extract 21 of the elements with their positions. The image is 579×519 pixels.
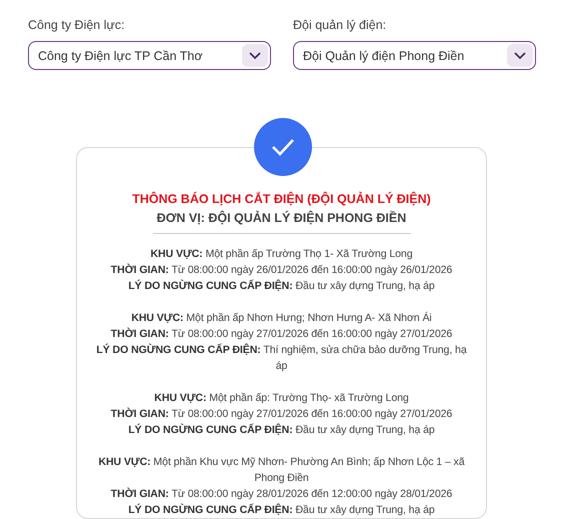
outage-detail: KHU VỰC: Một phần ấp Nhơn Hưng; Nhơn Hưng A- Xã Nhơn Ái	[130, 310, 433, 326]
outage-detail: LÝ DO NGỪNG CUNG CẤP ĐIỆN: Đầu tư xây dựng Trung, hạ áp	[127, 422, 436, 438]
field-label: Đội quản lý điện:	[293, 18, 388, 32]
outage-detail: THỜI GIAN: Từ 08:00:00 ngày 28/01/2026 đến 12:00:00 ngày 28/01/2026	[110, 486, 454, 502]
notice-title: THÔNG BÁO LỊCH CẮT ĐIỆN (ĐỘI QUẢN LÝ ĐIỆN)	[131, 192, 432, 206]
outage-detail: KHU VỰC: Một phần Khu vực Mỹ Nhơn- Phường An Bình; ấp Nhơn Lộc 1 – xã Phong Điền	[97, 455, 466, 486]
outage-detail: KHU VỰC: Một phần ấp Trường Thọ 1- Xã Trường Long	[149, 247, 414, 262]
outage-detail: THỜI GIAN: Từ 08:00:00 ngày 26/01/2026 đến 16:00:00 ngày 26/01/2026	[110, 262, 454, 278]
chevron-down-icon	[514, 52, 526, 60]
field-label: Công ty Điện lực:	[28, 18, 126, 32]
dropdown-select[interactable]: Đội Quản lý điện Phong Điền	[293, 41, 536, 70]
outage-detail: THỜI GIAN: Từ 08:00:00 ngày 27/01/2026 đến 16:00:00 ngày 27/01/2026	[110, 406, 454, 422]
outage-detail: LÝ DO NGỪNG CUNG CẤP ĐIỆN: Đầu tư xây dựng Trung, hạ áp	[127, 278, 436, 294]
dropdown-select[interactable]: Công ty Điện lực TP Cần Thơ	[28, 41, 271, 70]
outage-detail: LÝ DO NGỪNG CUNG CẤP ĐIỆN: Thí nghiệm, sửa chữa bảo dưỡng Trung, hạ áp	[96, 342, 468, 374]
outage-detail: THỜI GIAN: Từ 08:00:00 ngày 27/01/2026 đến 16:00:00 ngày 27/01/2026	[110, 326, 454, 342]
chevron-down-icon	[249, 52, 261, 60]
unit-title: ĐƠN VỊ: ĐỘI QUẢN LÝ ĐIỆN PHONG ĐIỀN	[156, 211, 408, 225]
checkmark-icon	[271, 138, 295, 156]
outage-detail: KHU VỰC: Một phần ấp: Trường Thọ- xã Trường Long	[153, 391, 410, 406]
outage-detail: LÝ DO NGỪNG CUNG CẤP ĐIỆN: Đầu tư xây dựng Trung, hạ áp	[127, 502, 436, 518]
